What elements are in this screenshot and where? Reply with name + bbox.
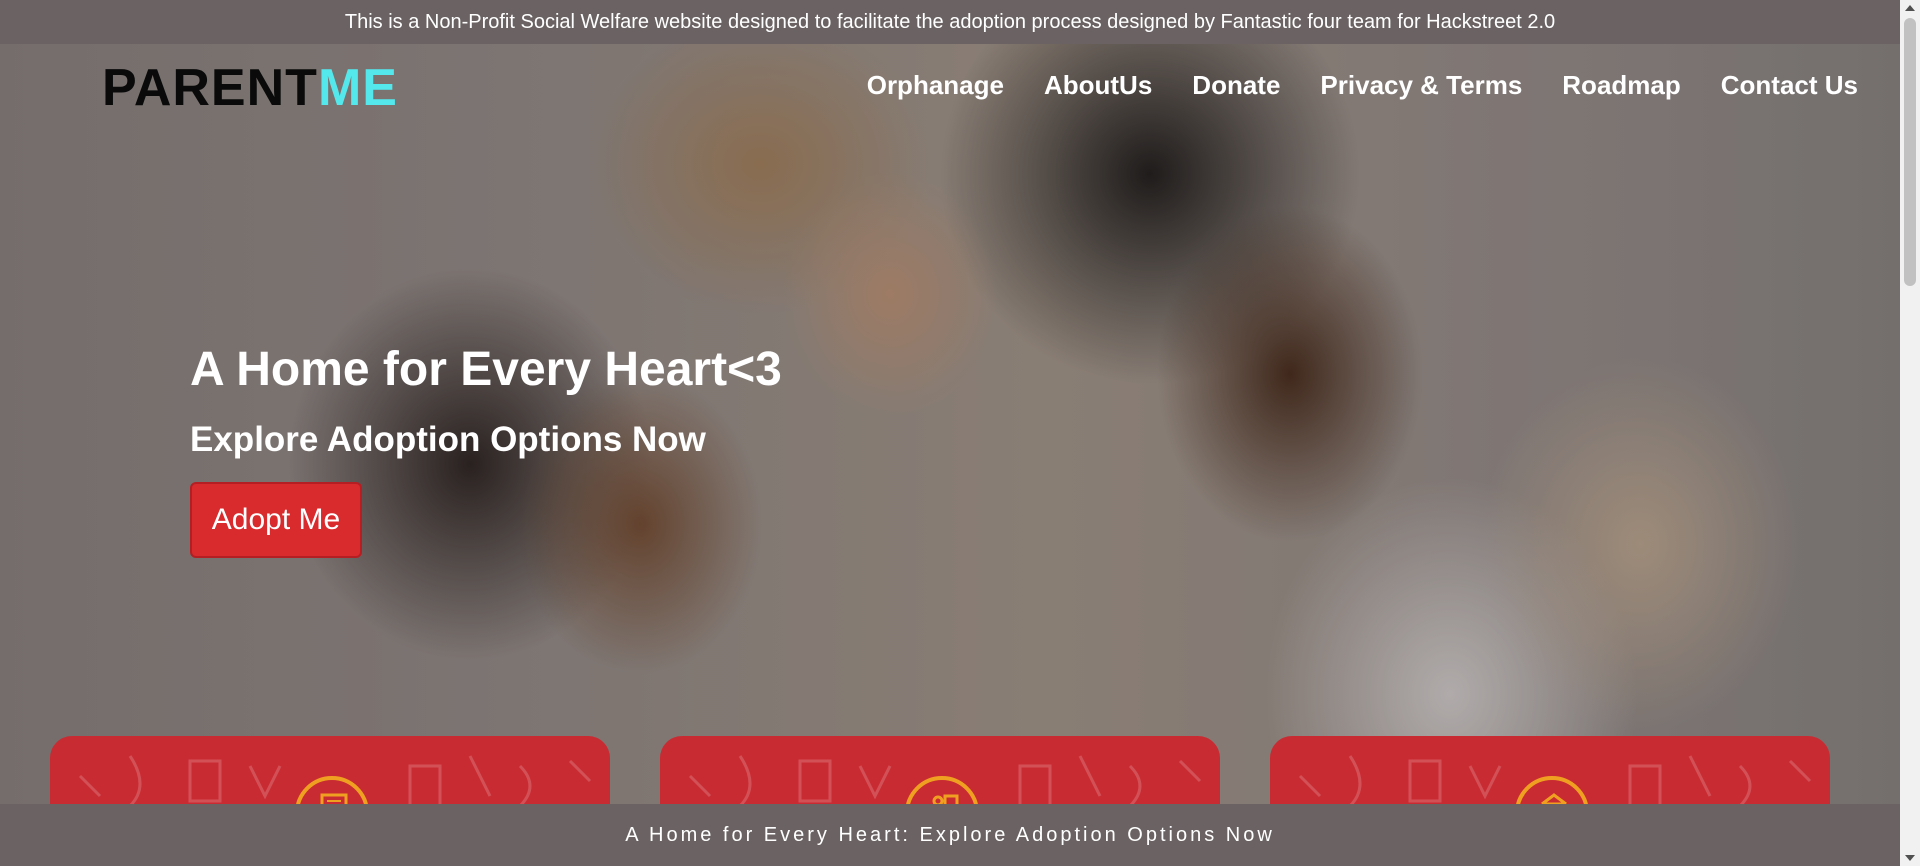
hero-subtitle: Explore Adoption Options Now: [190, 420, 706, 459]
bottom-banner: A Home for Every Heart: Explore Adoption…: [0, 804, 1900, 866]
page: This is a Non-Profit Social Welfare webs…: [0, 0, 1920, 866]
scroll-down-icon[interactable]: [1905, 855, 1915, 861]
logo-text-me: ME: [317, 59, 398, 117]
nav-roadmap[interactable]: Roadmap: [1562, 70, 1680, 101]
nav-orphanage[interactable]: Orphanage: [867, 70, 1004, 101]
logo-text-parent: PARENT: [102, 59, 318, 117]
announcement-bar: This is a Non-Profit Social Welfare webs…: [0, 0, 1900, 44]
main-nav: Orphanage AboutUs Donate Privacy & Terms…: [867, 70, 1858, 101]
nav-privacy-terms[interactable]: Privacy & Terms: [1320, 70, 1522, 101]
scroll-up-icon[interactable]: [1905, 5, 1915, 11]
scroll-thumb[interactable]: [1904, 18, 1916, 286]
page-scrollbar[interactable]: [1900, 0, 1920, 866]
announcement-text: This is a Non-Profit Social Welfare webs…: [344, 10, 1556, 33]
nav-donate[interactable]: Donate: [1192, 70, 1280, 101]
hero-title: A Home for Every Heart<3: [190, 343, 782, 396]
site-logo[interactable]: PARENTME: [102, 62, 398, 114]
adopt-me-button[interactable]: Adopt Me: [190, 482, 362, 558]
bottom-banner-text: A Home for Every Heart: Explore Adoption…: [625, 823, 1275, 846]
nav-aboutus[interactable]: AboutUs: [1044, 70, 1152, 101]
nav-contact-us[interactable]: Contact Us: [1721, 70, 1858, 101]
